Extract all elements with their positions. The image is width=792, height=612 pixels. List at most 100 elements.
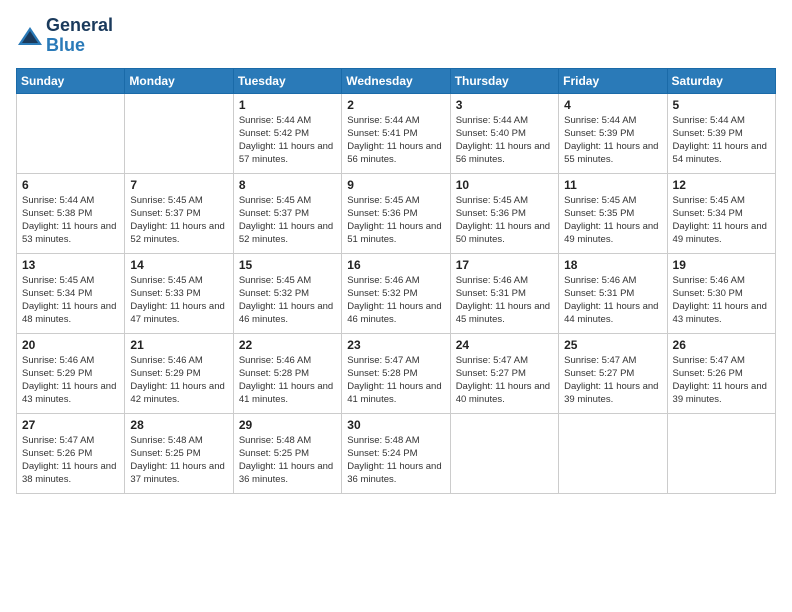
calendar: SundayMondayTuesdayWednesdayThursdayFrid… [16,68,776,494]
calendar-cell: 28 Sunrise: 5:48 AM Sunset: 5:25 PM Dayli… [125,413,233,493]
day-info: Sunrise: 5:48 AM Sunset: 5:25 PM Dayligh… [239,434,336,487]
day-number: 4 [564,98,661,112]
calendar-cell: 27Sunrise: 5:47 AM Sunset: 5:26 PM Dayli… [17,413,125,493]
day-info: Sunrise: 5:44 AM Sunset: 5:39 PM Dayligh… [564,114,661,167]
calendar-cell: 24 Sunrise: 5:47 AM Sunset: 5:27 PM Dayli… [450,333,558,413]
day-number: 28 [130,418,227,432]
day-info: Sunrise: 5:46 AM Sunset: 5:31 PM Dayligh… [564,274,661,327]
day-info: Sunrise: 5:45 AM Sunset: 5:36 PM Dayligh… [456,194,553,247]
day-number: 7 [130,178,227,192]
calendar-cell: 18 Sunrise: 5:46 AM Sunset: 5:31 PM Dayli… [559,253,667,333]
calendar-cell: 25 Sunrise: 5:47 AM Sunset: 5:27 PM Dayli… [559,333,667,413]
day-number: 25 [564,338,661,352]
day-number: 30 [347,418,444,432]
day-info: Sunrise: 5:44 AM Sunset: 5:39 PM Dayligh… [673,114,770,167]
col-header-saturday: Saturday [667,68,775,93]
day-info: Sunrise: 5:45 AM Sunset: 5:34 PM Dayligh… [22,274,119,327]
day-info: Sunrise: 5:45 AM Sunset: 5:37 PM Dayligh… [130,194,227,247]
day-info: Sunrise: 5:44 AM Sunset: 5:38 PM Dayligh… [22,194,119,247]
calendar-cell: 3 Sunrise: 5:44 AM Sunset: 5:40 PM Daylig… [450,93,558,173]
col-header-tuesday: Tuesday [233,68,341,93]
calendar-cell: 30Sunrise: 5:48 AM Sunset: 5:24 PM Dayli… [342,413,450,493]
calendar-cell: 12 Sunrise: 5:45 AM Sunset: 5:34 PM Dayli… [667,173,775,253]
col-header-monday: Monday [125,68,233,93]
day-number: 11 [564,178,661,192]
day-number: 29 [239,418,336,432]
calendar-cell: 19 Sunrise: 5:46 AM Sunset: 5:30 PM Dayli… [667,253,775,333]
day-info: Sunrise: 5:48 AM Sunset: 5:25 PM Dayligh… [130,434,227,487]
day-number: 18 [564,258,661,272]
day-info: Sunrise: 5:45 AM Sunset: 5:34 PM Dayligh… [673,194,770,247]
day-number: 22 [239,338,336,352]
calendar-cell: 17Sunrise: 5:46 AM Sunset: 5:31 PM Dayli… [450,253,558,333]
day-number: 13 [22,258,119,272]
day-number: 10 [456,178,553,192]
day-info: Sunrise: 5:47 AM Sunset: 5:28 PM Dayligh… [347,354,444,407]
day-info: Sunrise: 5:45 AM Sunset: 5:35 PM Dayligh… [564,194,661,247]
day-info: Sunrise: 5:44 AM Sunset: 5:41 PM Dayligh… [347,114,444,167]
calendar-cell: 5 Sunrise: 5:44 AM Sunset: 5:39 PM Daylig… [667,93,775,173]
day-number: 1 [239,98,336,112]
day-number: 2 [347,98,444,112]
calendar-cell: 21 Sunrise: 5:46 AM Sunset: 5:29 PM Dayli… [125,333,233,413]
day-info: Sunrise: 5:44 AM Sunset: 5:42 PM Dayligh… [239,114,336,167]
calendar-cell: 9 Sunrise: 5:45 AM Sunset: 5:36 PM Daylig… [342,173,450,253]
day-number: 21 [130,338,227,352]
calendar-cell [17,93,125,173]
calendar-cell: 8 Sunrise: 5:45 AM Sunset: 5:37 PM Daylig… [233,173,341,253]
day-info: Sunrise: 5:46 AM Sunset: 5:29 PM Dayligh… [130,354,227,407]
day-number: 5 [673,98,770,112]
day-info: Sunrise: 5:46 AM Sunset: 5:28 PM Dayligh… [239,354,336,407]
calendar-cell: 29 Sunrise: 5:48 AM Sunset: 5:25 PM Dayli… [233,413,341,493]
day-number: 14 [130,258,227,272]
header: General Blue [16,16,776,56]
calendar-cell: 26 Sunrise: 5:47 AM Sunset: 5:26 PM Dayli… [667,333,775,413]
day-number: 16 [347,258,444,272]
day-number: 6 [22,178,119,192]
day-info: Sunrise: 5:46 AM Sunset: 5:29 PM Dayligh… [22,354,119,407]
calendar-cell [125,93,233,173]
calendar-cell: 20 Sunrise: 5:46 AM Sunset: 5:29 PM Dayli… [17,333,125,413]
col-header-sunday: Sunday [17,68,125,93]
day-number: 23 [347,338,444,352]
col-header-friday: Friday [559,68,667,93]
calendar-cell: 10 Sunrise: 5:45 AM Sunset: 5:36 PM Dayli… [450,173,558,253]
logo: General Blue [16,16,113,56]
week-row-4: 20 Sunrise: 5:46 AM Sunset: 5:29 PM Dayli… [17,333,776,413]
calendar-cell: 2 Sunrise: 5:44 AM Sunset: 5:41 PM Daylig… [342,93,450,173]
calendar-cell: 4 Sunrise: 5:44 AM Sunset: 5:39 PM Daylig… [559,93,667,173]
day-info: Sunrise: 5:45 AM Sunset: 5:37 PM Dayligh… [239,194,336,247]
day-info: Sunrise: 5:47 AM Sunset: 5:26 PM Dayligh… [673,354,770,407]
day-number: 3 [456,98,553,112]
day-number: 12 [673,178,770,192]
day-info: Sunrise: 5:46 AM Sunset: 5:31 PM Dayligh… [456,274,553,327]
calendar-cell: 23 Sunrise: 5:47 AM Sunset: 5:28 PM Dayli… [342,333,450,413]
day-number: 9 [347,178,444,192]
calendar-cell [559,413,667,493]
calendar-cell: 14Sunrise: 5:45 AM Sunset: 5:33 PM Dayli… [125,253,233,333]
day-number: 15 [239,258,336,272]
day-number: 20 [22,338,119,352]
page: General Blue SundayMondayTuesdayWednesda… [0,0,792,612]
calendar-cell: 22 Sunrise: 5:46 AM Sunset: 5:28 PM Dayli… [233,333,341,413]
logo-icon [16,25,44,47]
logo-text: General Blue [46,16,113,56]
day-info: Sunrise: 5:46 AM Sunset: 5:30 PM Dayligh… [673,274,770,327]
day-number: 24 [456,338,553,352]
day-number: 8 [239,178,336,192]
calendar-cell: 16 Sunrise: 5:46 AM Sunset: 5:32 PM Dayli… [342,253,450,333]
day-info: Sunrise: 5:45 AM Sunset: 5:36 PM Dayligh… [347,194,444,247]
day-info: Sunrise: 5:46 AM Sunset: 5:32 PM Dayligh… [347,274,444,327]
week-row-5: 27Sunrise: 5:47 AM Sunset: 5:26 PM Dayli… [17,413,776,493]
week-row-2: 6 Sunrise: 5:44 AM Sunset: 5:38 PM Daylig… [17,173,776,253]
day-info: Sunrise: 5:47 AM Sunset: 5:27 PM Dayligh… [456,354,553,407]
day-info: Sunrise: 5:44 AM Sunset: 5:40 PM Dayligh… [456,114,553,167]
calendar-cell: 13 Sunrise: 5:45 AM Sunset: 5:34 PM Dayli… [17,253,125,333]
calendar-cell: 1 Sunrise: 5:44 AM Sunset: 5:42 PM Daylig… [233,93,341,173]
calendar-cell [667,413,775,493]
calendar-cell: 11 Sunrise: 5:45 AM Sunset: 5:35 PM Dayli… [559,173,667,253]
day-number: 26 [673,338,770,352]
day-info: Sunrise: 5:47 AM Sunset: 5:27 PM Dayligh… [564,354,661,407]
week-row-3: 13 Sunrise: 5:45 AM Sunset: 5:34 PM Dayli… [17,253,776,333]
day-number: 19 [673,258,770,272]
